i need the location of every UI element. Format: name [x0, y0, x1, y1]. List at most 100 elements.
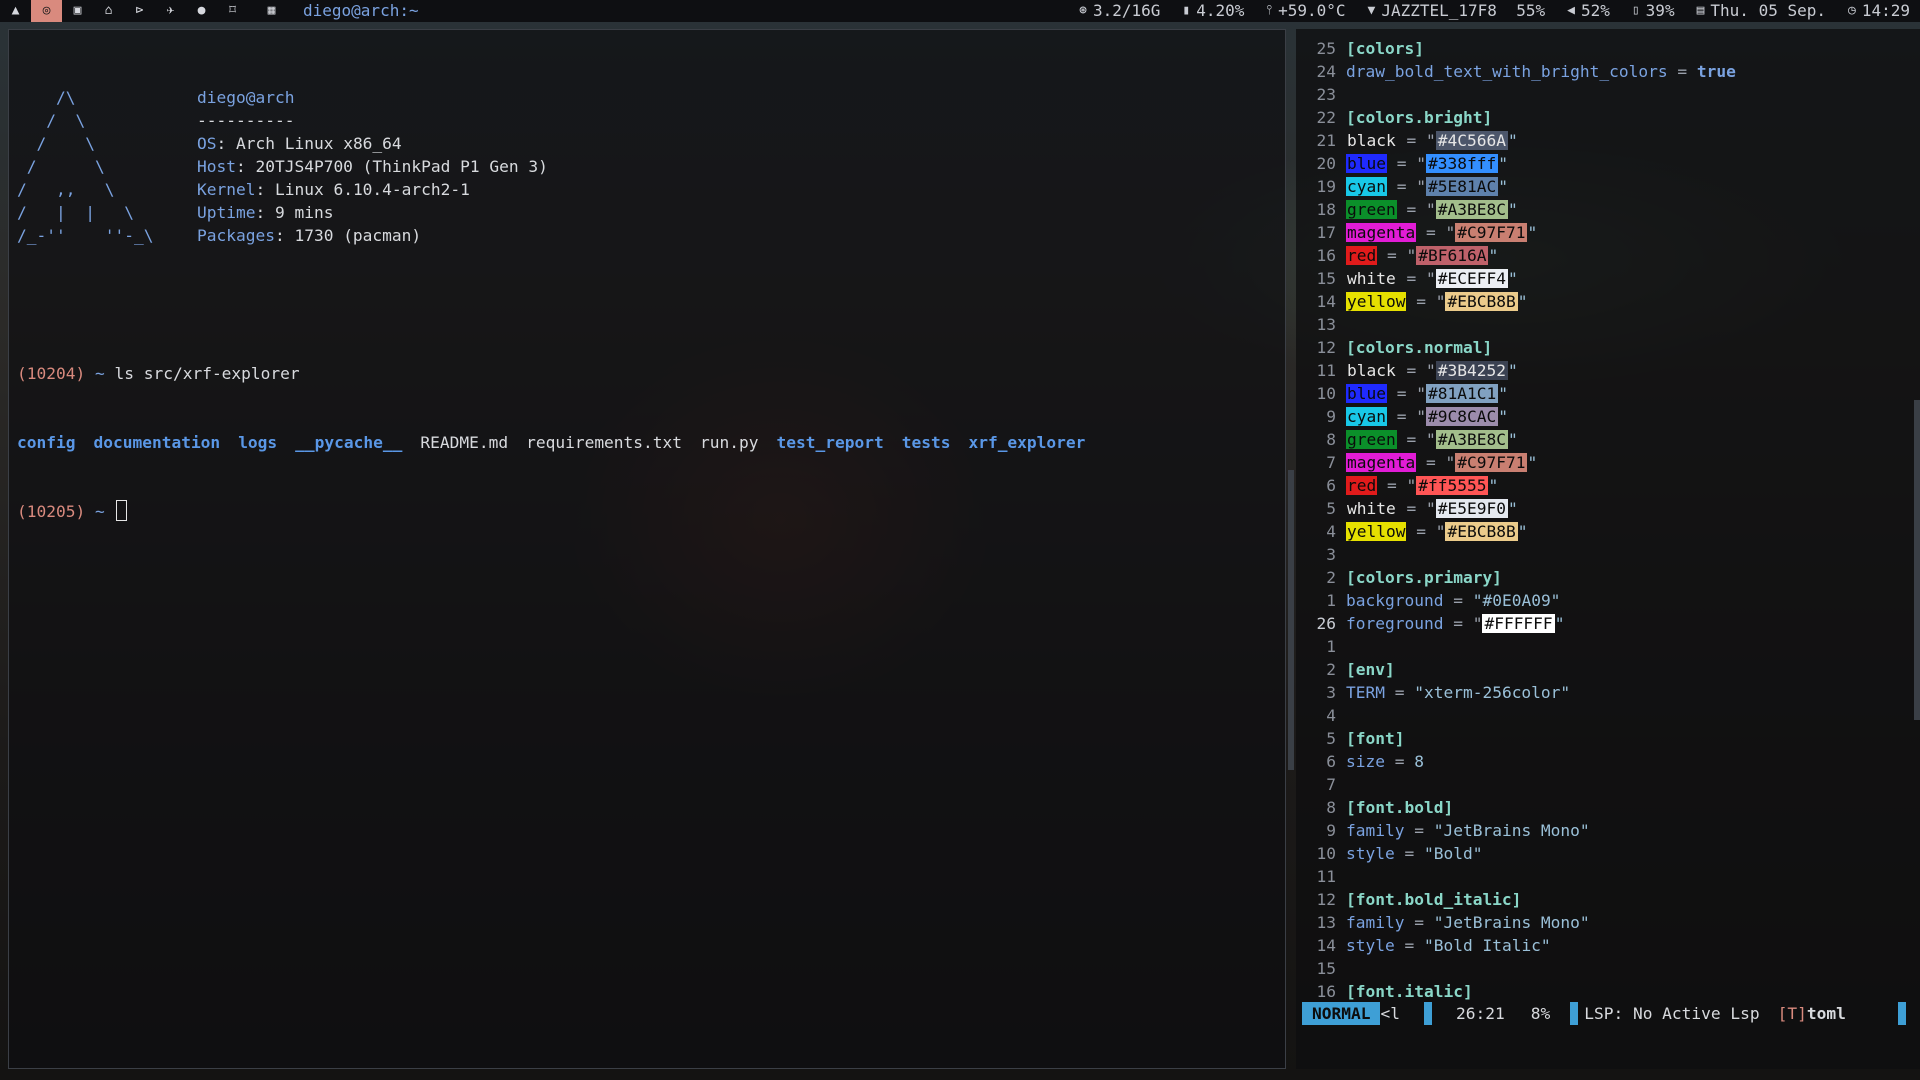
pane-divider-scroll[interactable]	[1288, 470, 1294, 770]
editor-buffer[interactable]: 25 [colors] 24 draw_bold_text_with_bright_c…	[1296, 37, 1920, 1003]
editor-line: 13 family = "JetBrains Mono"	[1296, 911, 1920, 934]
quote-mark: "	[1517, 292, 1528, 311]
quote-mark: "	[1488, 246, 1499, 265]
battery-status[interactable]: ▯ 39%	[1632, 0, 1675, 22]
equals-sign: = "	[1406, 522, 1446, 541]
color-name-key: white	[1347, 269, 1396, 288]
editor-line: 21 black = " #4C566A "	[1296, 129, 1920, 152]
temperature-status[interactable]: ⫯ +59.0°C	[1266, 0, 1345, 22]
editor-line: 18 green = " #A3BE8C "	[1296, 198, 1920, 221]
calendar-icon: ▤	[1696, 3, 1705, 18]
color-hex-value: #A3BE8C	[1435, 200, 1508, 219]
terminal-pane[interactable]: /\ diego@arch / \ ---------- / \ OS: Arch L…	[8, 29, 1286, 1069]
equals-sign: = "	[1377, 246, 1417, 265]
editor-line: 9 cyan = " #9C8CAC "	[1296, 405, 1920, 428]
files-icon[interactable]: ⊳	[124, 0, 155, 22]
line-number: 11	[1316, 361, 1337, 380]
line-number: 13	[1316, 315, 1337, 334]
equals-sign: =	[1394, 844, 1424, 863]
terminal-output: /\ diego@arch / \ ---------- / \ OS: Arch L…	[17, 40, 1103, 569]
fetch-line: / \ Host: 20TJS4P700 (ThinkPad P1 Gen 3)	[17, 155, 1103, 178]
messaging-icon[interactable]: ✈	[155, 0, 186, 22]
line-number: 17	[1316, 223, 1337, 242]
editor-pane[interactable]: 25 [colors] 24 draw_bold_text_with_bright_c…	[1296, 29, 1920, 1069]
quote-mark: "	[1517, 522, 1528, 541]
layout-grid-icon[interactable]: ▦	[256, 0, 287, 22]
editor-line: 7 magenta = " #C97F71 "	[1296, 451, 1920, 474]
cpu-status[interactable]: ▮ 4.20%	[1182, 0, 1244, 22]
lock-icon[interactable]: ⌑	[217, 0, 248, 22]
color-name-key: yellow	[1346, 522, 1407, 541]
quote-mark: "	[1498, 177, 1508, 196]
line-number: 7	[1326, 453, 1336, 472]
terminal-icon[interactable]: ▣	[62, 0, 93, 22]
color-hex-value: #C97F71	[1455, 453, 1528, 472]
ls-entry: README.md	[420, 433, 509, 452]
toml-key: draw_bold_text_with_bright_colors	[1346, 62, 1668, 81]
volume-status[interactable]: ◀ 52%	[1567, 0, 1610, 22]
toml-key: style	[1346, 844, 1395, 863]
arch-logo-icon[interactable]: ▲	[0, 0, 31, 22]
ls-entry: config	[17, 433, 76, 452]
editor-line: 4 yellow = " #EBCB8B "	[1296, 520, 1920, 543]
line-number: 9	[1326, 821, 1336, 840]
browser-icon[interactable]: ◎	[31, 0, 62, 22]
line-number: 15	[1316, 959, 1337, 978]
music-icon[interactable]: ●	[186, 0, 217, 22]
toml-key: style	[1346, 936, 1395, 955]
color-name-key: cyan	[1346, 177, 1387, 196]
line-content: red = " #BF616A "	[1346, 244, 1498, 267]
toml-value: true	[1696, 62, 1736, 81]
date-status[interactable]: ▤ Thu. 05 Sep.	[1697, 0, 1826, 22]
toml-value: "Bold"	[1423, 844, 1483, 863]
system-info-block: /\ diego@arch / \ ---------- / \ OS: Arch L…	[17, 86, 1103, 247]
fetch-value: diego@arch	[197, 88, 295, 107]
equals-sign: =	[1404, 913, 1434, 932]
prompt-number: (10204)	[17, 364, 86, 383]
code-icon[interactable]: ⌂	[93, 0, 124, 22]
fetch-line: / \ ----------	[17, 109, 1103, 132]
line-number: 19	[1316, 177, 1337, 196]
toml-key: TERM	[1346, 683, 1385, 702]
line-content: TERM = "xterm-256color"	[1346, 681, 1570, 704]
line-content: style = "Bold Italic"	[1346, 934, 1551, 957]
active-prompt[interactable]: (10205) ~	[17, 500, 1103, 523]
equals-sign: = "	[1416, 453, 1456, 472]
memory-status[interactable]: ⊛ 3.2/16G	[1079, 0, 1160, 22]
wifi-status[interactable]: ▼ JAZZTEL_17F8 55%	[1368, 0, 1546, 22]
line-content: [font.italic]	[1346, 980, 1473, 1003]
fetch-line: / ,, \ Kernel: Linux 6.10.4-arch2-1	[17, 178, 1103, 201]
line-number: 11	[1316, 867, 1337, 886]
toml-value: "JetBrains Mono"	[1433, 913, 1590, 932]
color-name-key: blue	[1346, 384, 1387, 403]
editor-line: 10 style = "Bold"	[1296, 842, 1920, 865]
fetch-value: ----------	[197, 111, 295, 130]
workspace-list: ▲ ◎ ▣ ⌂ ⊳ ✈ ● ⌑	[0, 0, 248, 22]
equals-sign: = "	[1396, 499, 1436, 518]
quote-mark: "	[1498, 407, 1508, 426]
editor-line: 14 yellow = " #EBCB8B "	[1296, 290, 1920, 313]
equals-sign: = "	[1396, 200, 1436, 219]
fetch-line: /_-'' ''-_\ Packages: 1730 (pacman)	[17, 224, 1103, 247]
line-number: 6	[1326, 752, 1336, 771]
line-content: [font]	[1346, 727, 1404, 750]
color-hex-value: #E5E9F0	[1435, 499, 1508, 518]
ls-entry: xrf_explorer	[968, 433, 1086, 452]
line-number: 22	[1316, 108, 1337, 127]
line-number: 15	[1316, 269, 1337, 288]
quote-mark: "	[1507, 430, 1518, 449]
line-number: 16	[1316, 246, 1337, 265]
mode-indicator: NORMAL	[1302, 1002, 1381, 1025]
line-content: green = " #A3BE8C "	[1346, 428, 1518, 451]
toml-value: "Bold Italic"	[1423, 936, 1551, 955]
color-name-key: magenta	[1346, 453, 1417, 472]
speaker-icon: ◀	[1567, 3, 1575, 18]
editor-scrollbar[interactable]	[1914, 400, 1920, 720]
clock-status[interactable]: ◷ 14:29	[1848, 0, 1910, 22]
editor-line: 15 white = " #ECEFF4 "	[1296, 267, 1920, 290]
ls-entry: requirements.txt	[526, 433, 683, 452]
quote-mark: "	[1554, 614, 1565, 633]
ls-entry: tests	[901, 433, 951, 452]
quote-mark: "	[1507, 269, 1518, 288]
editor-line: 13	[1296, 313, 1920, 336]
